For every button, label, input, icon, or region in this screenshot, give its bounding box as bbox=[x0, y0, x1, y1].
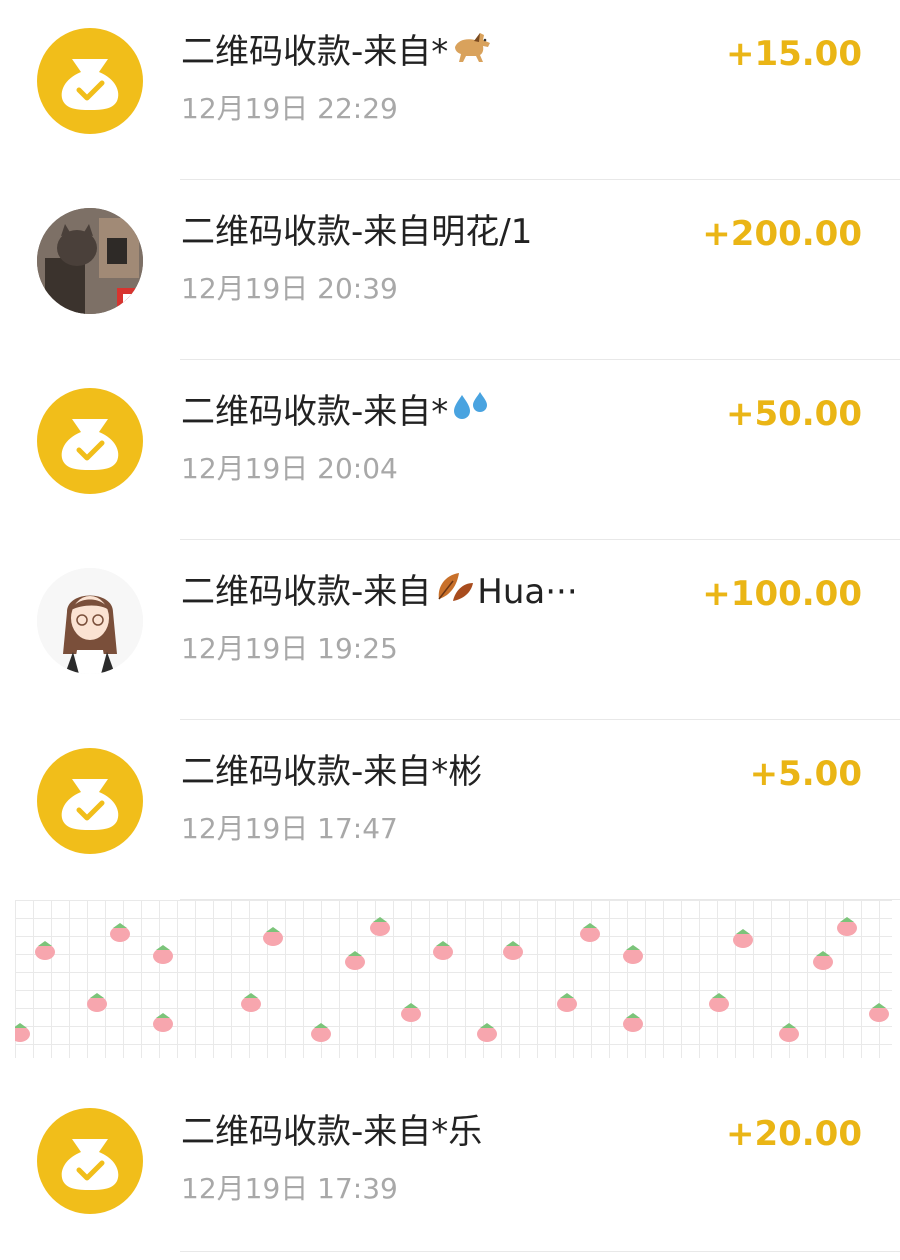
strawberry-icon bbox=[623, 1013, 643, 1032]
strawberry-icon bbox=[345, 951, 365, 970]
transaction-title: 二维码收款-来自*乐 bbox=[181, 1112, 483, 1152]
transaction-time: 12月19日 17:39 bbox=[181, 1172, 398, 1205]
strawberry-icon bbox=[557, 993, 577, 1012]
transaction-time: 12月19日 20:04 bbox=[181, 452, 398, 485]
transaction-time: 12月19日 22:29 bbox=[181, 92, 398, 125]
strawberry-icon bbox=[837, 917, 857, 936]
strawberry-icon bbox=[87, 993, 107, 1012]
strawberry-icon bbox=[311, 1023, 331, 1042]
transaction-title: 二维码收款-来自明花/1 bbox=[181, 212, 533, 252]
transaction-title: 二维码收款-来自* bbox=[181, 388, 494, 438]
transaction-amount: +200.00 bbox=[702, 214, 862, 254]
money-bag-check-icon bbox=[37, 388, 143, 494]
strawberry-icon bbox=[580, 923, 600, 942]
strawberry-icon bbox=[110, 923, 130, 942]
transaction-row[interactable]: 二维码收款-来自明花/1 12月19日 20:39 +200.00 bbox=[0, 180, 900, 360]
transaction-amount: +20.00 bbox=[725, 1114, 862, 1154]
transaction-time: 12月19日 17:47 bbox=[181, 812, 398, 845]
strawberry-icon bbox=[623, 945, 643, 964]
strawberry-icon bbox=[813, 951, 833, 970]
strawberry-icon bbox=[153, 945, 173, 964]
money-bag-check-icon bbox=[37, 1108, 143, 1214]
money-bag-check-icon bbox=[37, 748, 143, 854]
strawberry-icon bbox=[477, 1023, 497, 1042]
strawberry-icon bbox=[733, 929, 753, 948]
strawberry-icon bbox=[35, 941, 55, 960]
transaction-time: 12月19日 19:25 bbox=[181, 632, 398, 665]
strawberry-icon bbox=[869, 1003, 889, 1022]
strawberry-icon bbox=[370, 917, 390, 936]
cat-photo-avatar bbox=[37, 208, 143, 314]
transaction-row[interactable]: 二维码收款-来自* 12月19日 20:04 +50.00 bbox=[0, 360, 900, 540]
transaction-amount: +50.00 bbox=[725, 394, 862, 434]
fallen-leaf-emoji bbox=[433, 569, 477, 618]
strawberry-icon bbox=[153, 1013, 173, 1032]
transaction-row[interactable]: 二维码收款-来自*彬 12月19日 17:47 +5.00 bbox=[0, 720, 900, 900]
transaction-row[interactable]: 二维码收款-来自*乐 12月19日 17:39 +20.00 bbox=[0, 1080, 900, 1260]
transaction-title: 二维码收款-来自* bbox=[181, 28, 494, 78]
transaction-amount: +100.00 bbox=[702, 574, 862, 614]
strawberry-icon bbox=[779, 1023, 799, 1042]
girl-illustration-avatar bbox=[37, 568, 143, 674]
strawberry-icon bbox=[433, 941, 453, 960]
strawberry-icon bbox=[263, 927, 283, 946]
horse-emoji bbox=[450, 29, 494, 78]
strawberry-pattern bbox=[10, 917, 889, 1042]
transaction-title: 二维码收款-来自*彬 bbox=[181, 752, 483, 792]
money-bag-check-icon bbox=[37, 28, 143, 134]
strawberry-icon bbox=[709, 993, 729, 1012]
sweat-droplets-emoji bbox=[450, 389, 494, 438]
strawberry-icon bbox=[241, 993, 261, 1012]
strawberry-icon bbox=[503, 941, 523, 960]
transaction-row[interactable]: 二维码收款-来自 Hua··· 12月19日 19:25 +100.00 bbox=[0, 540, 900, 720]
strawberry-icon bbox=[401, 1003, 421, 1022]
transaction-list: 二维码收款-来自* 12月19日 22:29 +15.00 二维码收款-来自明花… bbox=[0, 0, 900, 1252]
transaction-title: 二维码收款-来自 Hua··· bbox=[181, 568, 578, 618]
redaction-sticker bbox=[10, 900, 892, 1058]
transaction-amount: +15.00 bbox=[725, 34, 862, 74]
transaction-time: 12月19日 20:39 bbox=[181, 272, 398, 305]
strawberry-icon bbox=[10, 1023, 30, 1042]
transaction-row[interactable]: 二维码收款-来自* 12月19日 22:29 +15.00 bbox=[0, 0, 900, 180]
transaction-amount: +5.00 bbox=[749, 754, 862, 794]
